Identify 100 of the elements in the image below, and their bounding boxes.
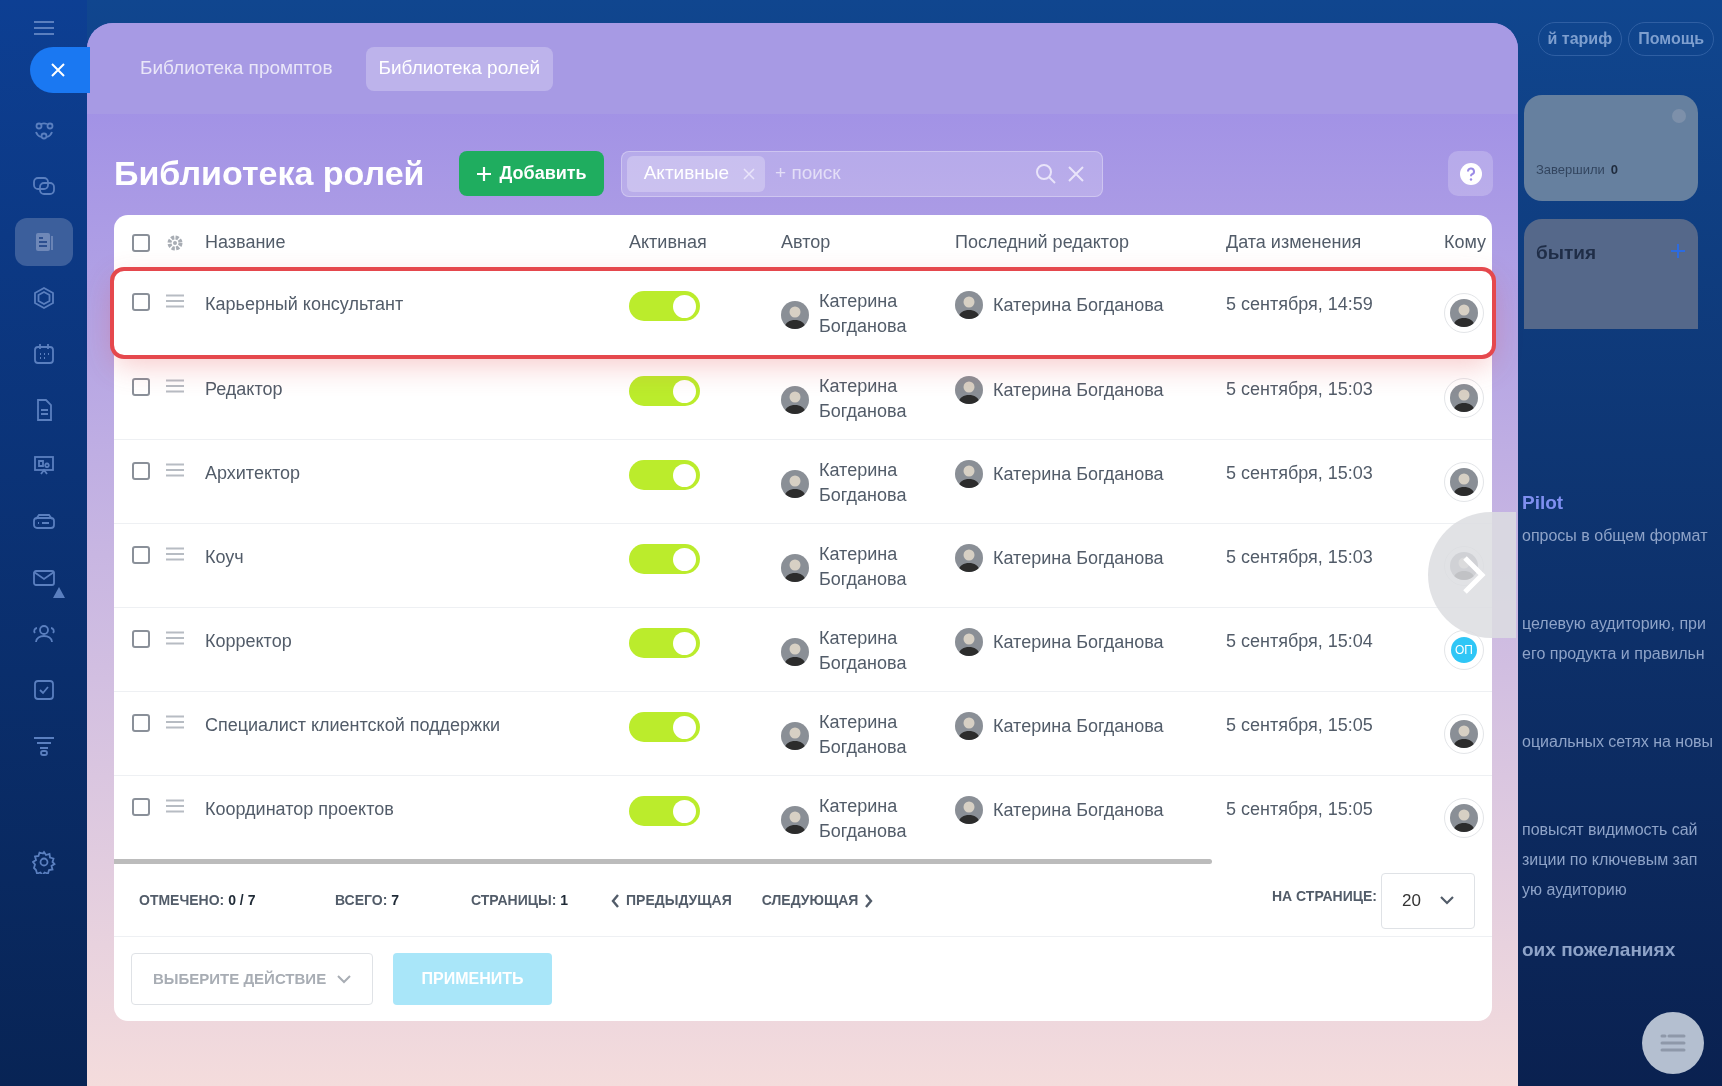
role-name: Коуч [205, 547, 244, 567]
page-title: Библиотека ролей [114, 153, 425, 194]
stats-label: Завершили [1536, 160, 1605, 179]
date-text: 5 сентября, 15:03 [1226, 547, 1373, 567]
editor-name: Катерина Богданова [993, 546, 1164, 570]
author-name: Катерина Богданова [819, 795, 908, 843]
date-text: 5 сентября, 15:03 [1226, 379, 1373, 399]
role-name: Корректор [205, 631, 292, 651]
help-button[interactable] [1448, 151, 1493, 196]
role-name: Карьерный консультант [205, 294, 404, 314]
clear-icon[interactable] [1066, 164, 1085, 183]
column-header[interactable]: Кому [1444, 232, 1487, 252]
role-name: Специалист клиентской поддержки [205, 715, 501, 735]
toggle-switch[interactable] [629, 376, 700, 406]
editor-name: Катерина Богданова [993, 630, 1164, 654]
drag-handle-icon[interactable] [165, 631, 185, 645]
avatar [781, 301, 809, 329]
avatar [955, 376, 983, 404]
drag-handle-icon[interactable] [165, 799, 185, 813]
avatar [781, 554, 809, 582]
avatar [955, 712, 983, 740]
funnel-icon [31, 734, 56, 758]
toggle-switch[interactable] [629, 544, 700, 574]
select-all-checkbox[interactable] [131, 233, 150, 252]
avatar [955, 628, 983, 656]
section-title: бытия [1536, 241, 1597, 265]
column-header[interactable]: Название [205, 232, 286, 252]
row-checkbox[interactable] [131, 714, 150, 732]
author-name: Катерина Богданова [819, 290, 908, 338]
row-checkbox[interactable] [131, 378, 150, 396]
close-icon[interactable] [743, 167, 755, 180]
list-icon [1660, 1033, 1686, 1053]
date-text: 5 сентября, 14:59 [1226, 294, 1373, 314]
stats-value: 0 [1610, 160, 1619, 179]
footer-stat: ВСЕГО: 7 [335, 891, 400, 910]
chevron-down-icon [337, 974, 351, 984]
menu-icon[interactable] [32, 20, 55, 36]
row-checkbox[interactable] [131, 462, 150, 480]
row-checkbox[interactable] [131, 293, 150, 311]
section-heading: оих пожеланиях [1522, 937, 1677, 962]
chevron-down-icon [1440, 896, 1454, 905]
search-icon[interactable] [1034, 162, 1057, 185]
drag-handle-icon[interactable] [165, 547, 185, 561]
column-header[interactable]: Последний редактор [955, 232, 1129, 252]
column-header[interactable]: Активная [629, 232, 707, 252]
settings-icon [31, 850, 56, 874]
drag-handle-icon[interactable] [165, 463, 185, 477]
avatar: ОП [1451, 637, 1477, 663]
avatar [781, 638, 809, 666]
plus-icon [475, 165, 492, 182]
sidebar-item[interactable] [14, 218, 73, 266]
row-checkbox[interactable] [131, 798, 150, 816]
description-text: целевую аудиторию, при [1522, 613, 1707, 634]
horizontal-scrollbar[interactable] [114, 859, 1212, 864]
chevron-right-icon [864, 893, 874, 908]
drag-handle-icon[interactable] [165, 294, 185, 308]
avatar [781, 386, 809, 414]
editor-name: Катерина Богданова [993, 378, 1164, 402]
checkbox-icon [31, 678, 56, 702]
avatar [955, 460, 983, 488]
close-icon [50, 62, 66, 78]
author-name: Катерина Богданова [819, 459, 908, 507]
per-page-select[interactable]: 20 [1381, 872, 1475, 929]
next-page-link[interactable]: СЛЕДУЮЩАЯ [761, 890, 874, 911]
date-text: 5 сентября, 15:05 [1226, 715, 1373, 735]
toggle-switch[interactable] [629, 796, 700, 826]
column-header[interactable]: Дата изменения [1226, 232, 1362, 252]
role-name: Редактор [205, 379, 283, 399]
description-text: его продукта и правильн [1522, 643, 1706, 664]
description-text: ую аудиторию [1522, 879, 1628, 900]
avatar [955, 544, 983, 572]
chat-icon [31, 174, 56, 198]
toggle-switch[interactable] [629, 712, 700, 742]
close-button[interactable] [30, 47, 90, 93]
column-header[interactable]: Автор [781, 232, 831, 252]
calendar-icon [31, 342, 56, 366]
toggle-switch[interactable] [629, 628, 700, 658]
date-text: 5 сентября, 15:03 [1226, 463, 1373, 483]
author-name: Катерина Богданова [819, 375, 908, 423]
avatar [955, 291, 983, 319]
author-name: Катерина Богданова [819, 627, 908, 675]
author-name: Катерина Богданова [819, 543, 908, 591]
toggle-switch[interactable] [629, 460, 700, 490]
row-checkbox[interactable] [131, 630, 150, 648]
row-checkbox[interactable] [131, 546, 150, 564]
previous-page-link[interactable]: ПРЕДЫДУЩАЯ [611, 890, 732, 911]
avatar [955, 796, 983, 824]
editor-name: Катерина Богданова [993, 798, 1164, 822]
description-text: опросы в общем формат [1522, 525, 1709, 546]
drag-handle-icon[interactable] [165, 715, 185, 729]
editor-name: Катерина Богданова [993, 462, 1164, 486]
drag-handle-icon[interactable] [165, 379, 185, 393]
description-text: зиции по ключевым зап [1522, 849, 1699, 870]
footer-stat: СТРАНИЦЫ: 1 [471, 891, 569, 910]
description-text: оциальных сетях на новы [1522, 731, 1715, 752]
description-text: повысят видимость сай [1522, 819, 1699, 840]
avatar [781, 722, 809, 750]
toggle-switch[interactable] [629, 291, 700, 321]
avatar [781, 470, 809, 498]
author-name: Катерина Богданова [819, 711, 908, 759]
